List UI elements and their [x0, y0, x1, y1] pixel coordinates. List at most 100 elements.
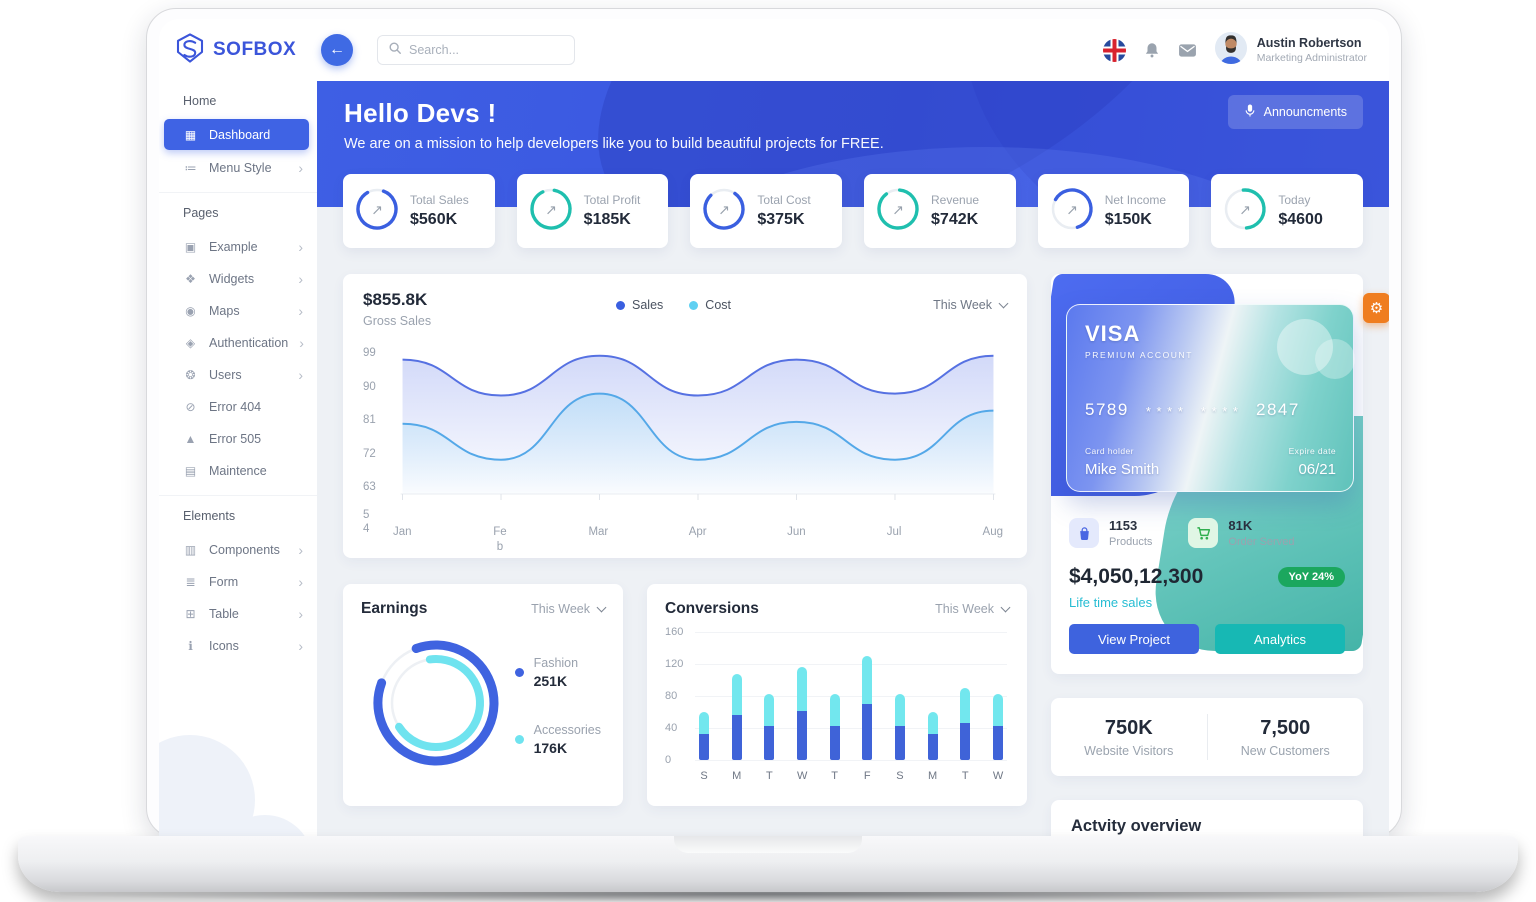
map-pin-icon: ◉: [183, 304, 198, 318]
sidebar-item-authentication[interactable]: ◈Authentication›: [159, 327, 317, 359]
search-input[interactable]: [409, 43, 564, 57]
conversions-chart: 16012080400SMTWTFSMTW: [665, 632, 1009, 792]
laptop-base-notch: [674, 836, 862, 853]
user-menu[interactable]: Austin Robertson Marketing Administrator: [1214, 31, 1367, 70]
messages-mail-icon[interactable]: [1178, 43, 1197, 58]
maintenance-icon: ▤: [183, 464, 198, 478]
x-axis-tick: Apr: [689, 525, 707, 555]
conversions-period-dropdown[interactable]: This Week: [935, 602, 1009, 616]
x-axis-tick: Mar: [588, 525, 608, 555]
chevron-right-icon: ›: [298, 160, 303, 176]
example-icon: ▣: [183, 240, 198, 254]
website-visitors-stat: 750K Website Visitors: [1051, 717, 1207, 758]
sidebar-item-form[interactable]: ≣Form›: [159, 566, 317, 598]
logo-text: SOFBOX: [213, 39, 296, 61]
chevron-right-icon: ›: [298, 638, 303, 654]
sidebar-item-label: Widgets: [209, 272, 287, 286]
y-axis-tick: 80: [665, 690, 689, 702]
view-project-button[interactable]: View Project: [1069, 624, 1199, 654]
bar-t-2: [764, 694, 774, 760]
bar-w-9: [993, 694, 1003, 760]
chevron-right-icon: ›: [298, 542, 303, 558]
sidebar-item-error-404[interactable]: ⊘Error 404: [159, 391, 317, 423]
card-number-masked: * * * *: [1201, 404, 1239, 419]
trend-ring-icon: ↗: [701, 186, 747, 237]
expire-date-label: Expire date: [1289, 446, 1336, 456]
earnings-period-dropdown[interactable]: This Week: [531, 602, 605, 616]
users-icon: ❂: [183, 368, 198, 382]
y-axis-tick: 160: [665, 626, 689, 638]
y-axis-tick: 0: [665, 754, 689, 766]
dashboard-icon: ▦: [183, 128, 198, 142]
chevron-down-icon: [597, 602, 607, 612]
announcements-button[interactable]: Announcments: [1228, 95, 1363, 129]
sidebar-item-maps[interactable]: ◉Maps›: [159, 295, 317, 327]
settings-gear-button[interactable]: ⚙: [1363, 293, 1389, 323]
stat-texts: Today$4600: [1278, 193, 1323, 229]
analytics-button[interactable]: Analytics: [1215, 624, 1345, 654]
sidebar-item-maintence[interactable]: ▤ Maintence: [159, 455, 317, 487]
stat-card-total-cost: ↗ Total Cost$375K: [690, 174, 842, 248]
sidebar-item-label: Error 505: [209, 432, 303, 446]
search-box[interactable]: [377, 35, 575, 65]
language-flag-icon[interactable]: [1103, 39, 1126, 62]
app-header: SOFBOX ←: [159, 19, 1389, 81]
sidebar-item-label: Menu Style: [209, 161, 287, 175]
stats-row: ↗Total Sales$560K↗Total Profit$185K↗Tota…: [317, 174, 1389, 248]
y-axis-tick: 40: [665, 722, 689, 734]
bar-segment-secondary: [699, 712, 709, 734]
sidebar-item-example[interactable]: ▣Example›: [159, 231, 317, 263]
sidebar-section-elements: Elements▥Components›≣Form›⊞Table›ℹIcons›: [159, 498, 317, 670]
gross-sales-legend: SalesCost: [616, 298, 731, 312]
bar-segment-secondary: [830, 694, 840, 725]
lifetime-sales-total: $4,050,12,300: [1069, 565, 1203, 589]
new-customers-label: New Customers: [1241, 744, 1330, 758]
stat-texts: Total Cost$375K: [757, 193, 810, 229]
x-axis-tick: T: [830, 770, 840, 782]
bar-t-4: [830, 694, 840, 760]
x-axis-tick: Fe b: [492, 525, 508, 555]
trend-ring-icon: ↗: [354, 186, 400, 237]
period-label: This Week: [531, 602, 590, 616]
sidebar-item-dashboard[interactable]: ▦Dashboard: [164, 119, 309, 150]
bar-segment-primary: [699, 734, 709, 760]
legend-dot: [515, 735, 524, 744]
products-value: 1153: [1109, 518, 1152, 533]
stat-label: Total Sales: [410, 193, 469, 207]
chevron-right-icon: ›: [298, 574, 303, 590]
y-axis-tick: 120: [665, 658, 689, 670]
card-holder-label: Card holder: [1085, 446, 1159, 456]
stat-label: Total Profit: [584, 193, 641, 207]
card-number-group: 2847: [1256, 400, 1300, 420]
website-visitors-label: Website Visitors: [1084, 744, 1173, 758]
notifications-bell-icon[interactable]: [1143, 41, 1161, 59]
app-body: Home▦Dashboard≔Menu Style›Pages▣Example›…: [159, 81, 1389, 837]
sidebar-item-label: Components: [209, 543, 287, 557]
products-label: Products: [1109, 536, 1152, 548]
sidebar-item-widgets[interactable]: ❖Widgets›: [159, 263, 317, 295]
earnings-item-value: 251K: [534, 673, 578, 689]
sidebar-item-menu-style[interactable]: ≔Menu Style›: [159, 152, 317, 184]
svg-text:↗: ↗: [718, 201, 730, 217]
sidebar-item-icons[interactable]: ℹIcons›: [159, 630, 317, 662]
trend-ring-icon: ↗: [1222, 186, 1268, 237]
chevron-right-icon: ›: [298, 239, 303, 255]
right-column: VISA PREMIUM ACCOUNT 5789 * * * * * * * …: [1051, 274, 1363, 837]
sidebar-item-users[interactable]: ❂Users›: [159, 359, 317, 391]
x-axis-tick: Jan: [393, 525, 412, 555]
gross-sales-period-dropdown[interactable]: This Week: [933, 298, 1007, 312]
x-axis-tick: S: [699, 770, 709, 782]
sidebar-item-label: Maintence: [209, 464, 303, 478]
sidebar-item-table[interactable]: ⊞Table›: [159, 598, 317, 630]
chevron-down-icon: [999, 298, 1009, 308]
bar-segment-secondary: [993, 694, 1003, 725]
collapse-sidebar-button[interactable]: ←: [321, 34, 353, 66]
laptop-screen: SOFBOX ←: [146, 8, 1402, 838]
bar-segment-primary: [764, 726, 774, 760]
sidebar-item-error-505[interactable]: ▲Error 505: [159, 423, 317, 455]
card-number-group: 5789: [1085, 400, 1129, 420]
bar-segment-secondary: [764, 694, 774, 725]
sidebar-item-components[interactable]: ▥Components›: [159, 534, 317, 566]
bar-s-6: [895, 694, 905, 760]
stat-texts: Total Profit$185K: [584, 193, 641, 229]
